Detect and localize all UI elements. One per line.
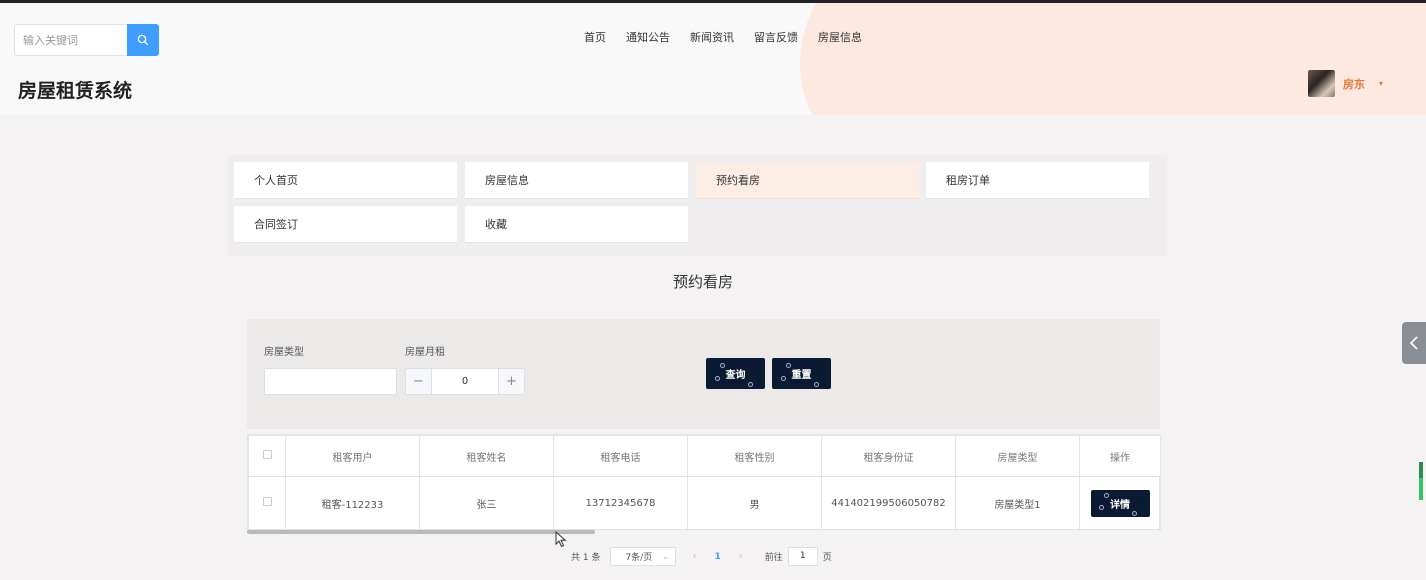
header-decoration [800, 3, 1426, 115]
site-header: 首页 通知公告 新闻资讯 留言反馈 房屋信息 房屋租赁系统 房东 ▾ [0, 3, 1426, 115]
site-title: 房屋租赁系统 [18, 80, 133, 102]
nav-notices[interactable]: 通知公告 [626, 29, 670, 45]
goto-label: 前往 [764, 553, 783, 563]
chevron-down-icon: ⌄ [661, 551, 670, 562]
nav-news[interactable]: 新闻资讯 [690, 29, 734, 45]
house-type-input[interactable] [264, 368, 397, 395]
column-header: 操作 [1079, 435, 1161, 477]
bubble-decoration [720, 363, 725, 368]
page-title: 预约看房 [672, 273, 733, 291]
search-icon [137, 34, 149, 46]
rent-label: 房屋月租 [405, 347, 445, 358]
menu-item-viewing[interactable]: 预约看房 [696, 162, 919, 199]
search-button[interactable] [127, 24, 159, 56]
chevron-left-icon [1409, 336, 1418, 350]
reset-button[interactable]: 重置 [772, 358, 831, 389]
page-size-select[interactable]: 7条/页 ⌄ [610, 547, 677, 566]
query-button-label: 查询 [725, 370, 746, 381]
cell-name: 张三 [419, 476, 554, 530]
main-nav: 首页 通知公告 新闻资讯 留言反馈 房屋信息 [584, 29, 862, 45]
table-scrollbar-thumb[interactable] [247, 530, 595, 534]
column-header: 租客姓名 [419, 435, 554, 477]
reset-button-label: 重置 [791, 370, 812, 381]
menu-item-orders[interactable]: 租房订单 [926, 162, 1149, 199]
user-menu[interactable]: 房东 ▾ [1308, 70, 1383, 97]
row-checkbox[interactable] [262, 497, 272, 506]
menu-item-contract[interactable]: 合同签订 [234, 206, 457, 243]
bubble-decoration [1098, 504, 1104, 510]
bubble-decoration [781, 376, 786, 381]
rent-decrease-button[interactable]: − [406, 369, 432, 394]
detail-button[interactable]: 详情 [1090, 489, 1150, 517]
detail-button-label: 详情 [1110, 499, 1130, 511]
current-page[interactable]: 1 [714, 552, 720, 562]
table-header-row: 租客用户 租客姓名 租客电话 租客性别 租客身份证 房屋类型 操作 [248, 435, 1161, 477]
rent-increase-button[interactable]: + [498, 369, 524, 394]
row-select-cell [248, 476, 286, 530]
page-scrollbar-thumb-highlight [1419, 478, 1423, 500]
column-header: 租客电话 [553, 435, 688, 477]
rent-stepper[interactable]: − 0 + [405, 368, 525, 395]
bubble-decoration [1103, 492, 1109, 498]
column-header: 租客性别 [687, 435, 822, 477]
cell-phone: 13712345678 [553, 476, 688, 530]
bubble-decoration [1131, 510, 1137, 516]
nav-houses[interactable]: 房屋信息 [818, 29, 862, 45]
column-header: 房屋类型 [955, 435, 1080, 477]
viewing-table: 租客用户 租客姓名 租客电话 租客性别 租客身份证 房屋类型 操作 租客-112… [247, 434, 1161, 530]
side-collapse-tab[interactable] [1402, 322, 1426, 364]
column-header: 租客身份证 [821, 435, 956, 477]
pagination-total: 共 1 条 [571, 553, 601, 563]
menu-item-favorites[interactable]: 收藏 [465, 206, 688, 243]
bubble-decoration [814, 382, 819, 387]
cell-gender: 男 [687, 476, 822, 530]
search-input[interactable] [14, 24, 127, 56]
mouse-cursor-icon [555, 531, 567, 548]
search-box [14, 24, 159, 56]
bubble-decoration [715, 376, 720, 381]
goto-suffix: 页 [822, 553, 832, 563]
select-all-cell [248, 435, 286, 477]
nav-feedback[interactable]: 留言反馈 [754, 29, 798, 45]
menu-item-houses[interactable]: 房屋信息 [465, 162, 688, 199]
cell-id-card: 441402199506050782 [821, 476, 956, 530]
bubble-decoration [748, 382, 753, 387]
avatar[interactable] [1308, 70, 1335, 97]
cell-user: 租客-112233 [285, 476, 420, 530]
user-name[interactable]: 房东 [1343, 76, 1365, 92]
query-button[interactable]: 查询 [706, 358, 765, 389]
page-scrollbar-thumb[interactable] [1419, 462, 1423, 478]
table-row: 租客-112233 张三 13712345678 男 4414021995060… [248, 476, 1161, 530]
cell-actions: 详情 [1079, 476, 1161, 530]
page-size-value: 7条/页 [625, 553, 653, 563]
chevron-down-icon[interactable]: ▾ [1379, 79, 1383, 88]
bubble-decoration [786, 363, 791, 368]
select-all-checkbox[interactable] [262, 450, 272, 459]
pagination: 共 1 条 7条/页 ⌄ ‹ 1 › 前往 1 页 [571, 547, 832, 566]
cell-house-type: 房屋类型1 [955, 476, 1080, 530]
column-header: 租客用户 [285, 435, 420, 477]
prev-page-button[interactable]: ‹ [692, 551, 696, 562]
nav-home[interactable]: 首页 [584, 29, 606, 45]
menu-item-profile[interactable]: 个人首页 [234, 162, 457, 199]
house-type-label: 房屋类型 [264, 347, 304, 358]
next-page-button[interactable]: › [739, 551, 743, 562]
rent-value[interactable]: 0 [432, 369, 498, 394]
goto-page-input[interactable]: 1 [787, 547, 818, 566]
